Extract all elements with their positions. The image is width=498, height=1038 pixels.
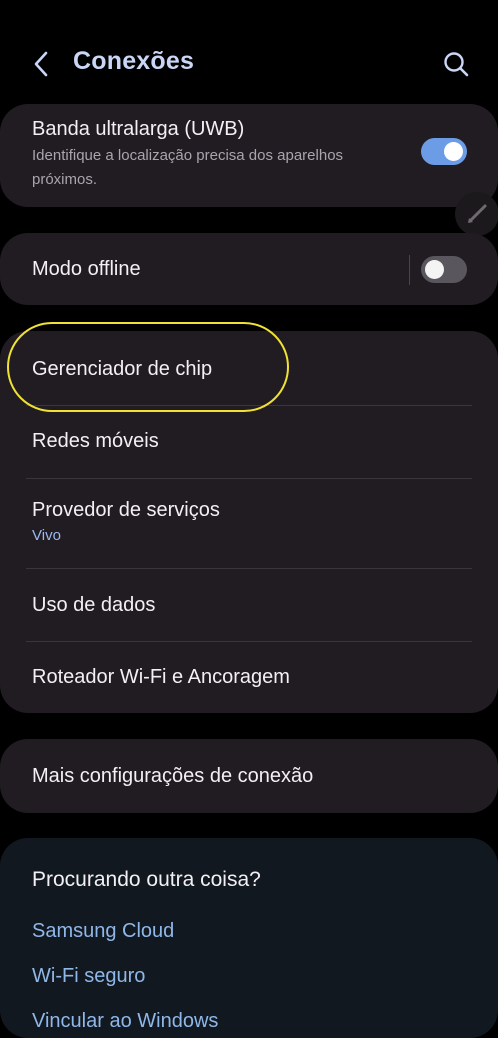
- highlight-annotation: [7, 322, 289, 412]
- uwb-title: Banda ultralarga (UWB): [32, 118, 245, 140]
- toggle-knob: [425, 260, 444, 279]
- back-button[interactable]: [28, 48, 56, 80]
- list-item-title: Redes móveis: [32, 430, 159, 452]
- list-item-more-connection-settings[interactable]: Mais configurações de conexão: [0, 739, 498, 813]
- chevron-left-icon: [34, 51, 48, 77]
- search-button[interactable]: [440, 49, 472, 81]
- uwb-subtitle: Identifique a localização precisa dos ap…: [32, 147, 344, 188]
- suggestions-card: Procurando outra coisa? Samsung Cloud Wi…: [0, 838, 498, 1038]
- uwb-row[interactable]: Banda ultralarga (UWB) Identifique a loc…: [0, 104, 498, 207]
- top-app-bar: Conexões: [0, 0, 498, 110]
- suggestions-title: Procurando outra coisa?: [32, 868, 261, 891]
- list-item-title: Provedor de serviços: [32, 499, 220, 521]
- uwb-toggle[interactable]: [421, 138, 467, 165]
- offline-card: Modo offline: [0, 233, 498, 305]
- page-title: Conexões: [73, 47, 195, 75]
- divider: [409, 255, 410, 285]
- list-item-title: Uso de dados: [32, 594, 156, 616]
- search-icon: [444, 52, 469, 77]
- list-item-hotspot-tethering[interactable]: Roteador Wi-Fi e Ancoragem: [0, 642, 498, 713]
- list-item-service-provider[interactable]: Provedor de serviços Vivo: [0, 479, 498, 568]
- offline-row[interactable]: Modo offline: [0, 233, 498, 305]
- list-item-title: Roteador Wi-Fi e Ancoragem: [32, 666, 290, 688]
- offline-title: Modo offline: [32, 258, 141, 280]
- toggle-knob: [444, 142, 463, 161]
- edit-button[interactable]: [455, 192, 498, 236]
- list-item-subtitle: Vivo: [32, 527, 61, 544]
- list-item-title: Mais configurações de conexão: [32, 765, 314, 787]
- offline-toggle[interactable]: [421, 256, 467, 283]
- list-item-data-usage[interactable]: Uso de dados: [0, 569, 498, 641]
- link-secure-wifi[interactable]: Wi-Fi seguro: [32, 965, 145, 988]
- list-item-mobile-networks[interactable]: Redes móveis: [0, 406, 498, 478]
- uwb-card: Banda ultralarga (UWB) Identifique a loc…: [0, 104, 498, 207]
- link-samsung-cloud[interactable]: Samsung Cloud: [32, 920, 174, 943]
- pencil-icon: [468, 204, 487, 223]
- more-settings-card: Mais configurações de conexão: [0, 739, 498, 813]
- link-link-to-windows[interactable]: Vincular ao Windows: [32, 1010, 218, 1033]
